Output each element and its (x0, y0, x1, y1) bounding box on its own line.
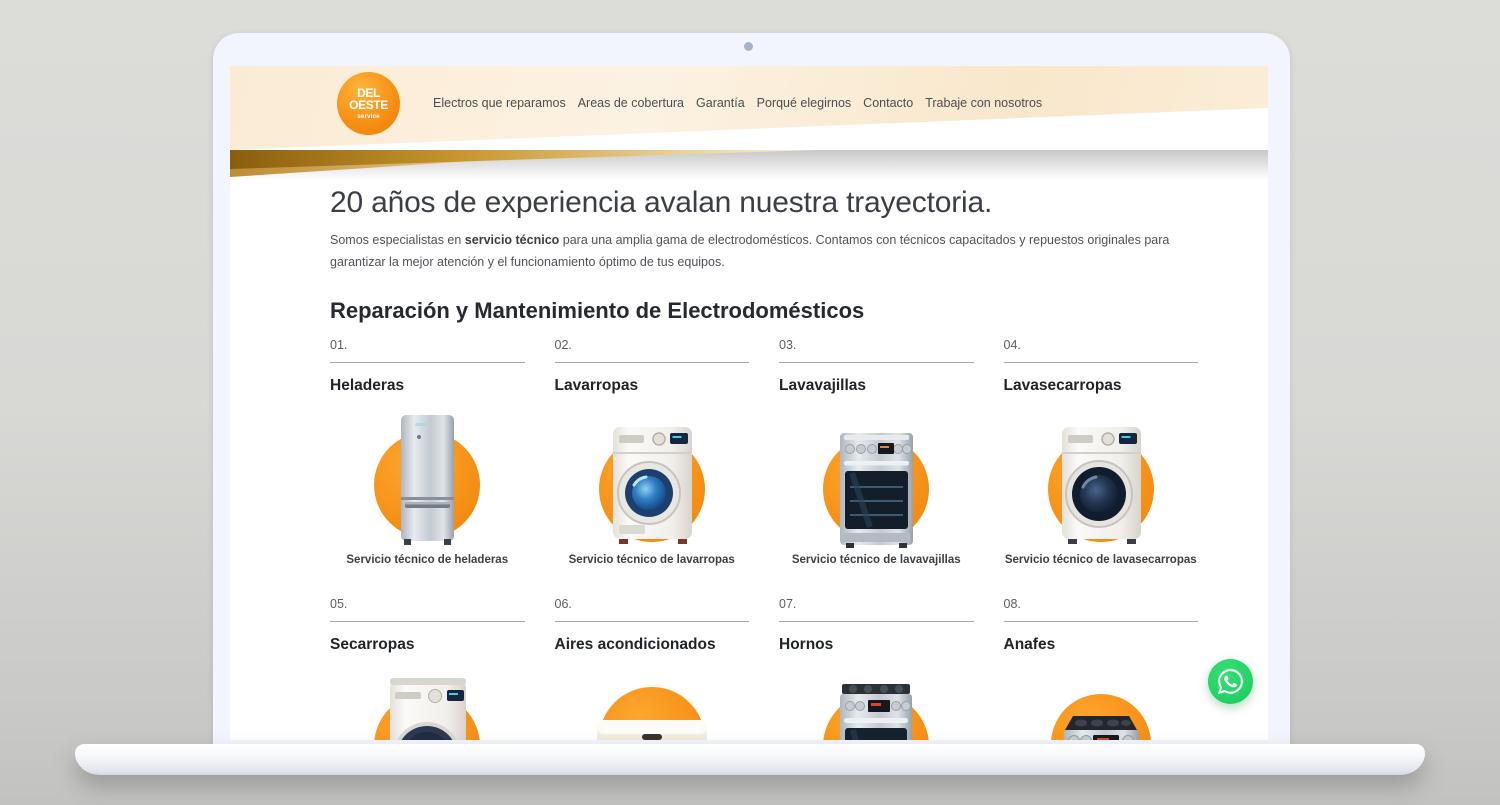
nav-item-garantia[interactable]: Garantía (696, 96, 745, 110)
cooktop-icon (1031, 668, 1171, 740)
services-grid: 01. Heladeras (330, 338, 1198, 740)
nav-item-trabaje[interactable]: Trabaje con nosotros (925, 96, 1042, 110)
nav-item-cobertura[interactable]: Areas de cobertura (578, 96, 684, 110)
washer-dryer-icon (1031, 409, 1171, 549)
intro-paragraph: Somos especialistas en servicio técnico … (330, 230, 1170, 274)
service-caption: Servicio técnico de heladeras (330, 553, 525, 583)
backdrop: DEL OESTE service Electros que reparamos… (0, 0, 1500, 805)
laptop-lid: DEL OESTE service Electros que reparamos… (213, 33, 1290, 745)
intro-bold-text: servicio técnico (465, 233, 560, 247)
service-number: 07. (779, 597, 974, 622)
dishwasher-icon (806, 409, 946, 549)
service-name: Aires acondicionados (555, 636, 750, 654)
service-card-aires: 06. Aires acondicionados (555, 597, 750, 740)
service-number: 02. (555, 338, 750, 363)
nav-item-elegirnos[interactable]: Porqué elegirnos (757, 96, 852, 110)
service-image (330, 668, 525, 740)
service-caption: Servicio técnico de lavavajillas (779, 553, 974, 583)
site-logo[interactable]: DEL OESTE service (337, 72, 400, 135)
service-number: 01. (330, 338, 525, 363)
whatsapp-button[interactable] (1208, 659, 1253, 704)
main-nav: Electros que reparamos Areas de cobertur… (433, 96, 1042, 110)
service-card-heladeras: 01. Heladeras (330, 338, 525, 583)
service-card-anafes: 08. Anafes (1004, 597, 1199, 740)
logo-text: DEL OESTE (337, 87, 400, 111)
service-card-lavarropas: 02. Lavarropas (555, 338, 750, 583)
service-card-secarropas: 05. Secarropas (330, 597, 525, 740)
laptop-screen: DEL OESTE service Electros que reparamos… (230, 66, 1268, 740)
service-card-lavasecarropas: 04. Lavasecarropas (1004, 338, 1199, 583)
services-title: Reparación y Mantenimiento de Electrodom… (330, 298, 1198, 324)
service-card-lavavajillas: 03. Lavavajillas (779, 338, 974, 583)
service-caption: Servicio técnico de lavarropas (555, 553, 750, 583)
main-content: 20 años de experiencia avalan nuestra tr… (330, 186, 1198, 740)
washing-machine-icon (582, 409, 722, 549)
camera-dot (744, 42, 753, 51)
service-number: 04. (1004, 338, 1199, 363)
service-image (1004, 668, 1199, 740)
service-image (555, 668, 750, 740)
service-image (555, 409, 750, 549)
service-name: Lavasecarropas (1004, 377, 1199, 395)
service-image (1004, 409, 1199, 549)
service-number: 03. (779, 338, 974, 363)
laptop-base (75, 744, 1425, 775)
oven-icon (806, 668, 946, 740)
nav-item-electros[interactable]: Electros que reparamos (433, 96, 566, 110)
service-number: 08. (1004, 597, 1199, 622)
service-caption: Servicio técnico de lavasecarropas (1004, 553, 1199, 583)
service-name: Heladeras (330, 377, 525, 395)
nav-item-contacto[interactable]: Contacto (863, 96, 913, 110)
service-image (330, 409, 525, 549)
service-name: Hornos (779, 636, 974, 654)
service-name: Secarropas (330, 636, 525, 654)
site-header: DEL OESTE service Electros que reparamos… (230, 66, 1268, 150)
service-image (779, 409, 974, 549)
air-conditioner-icon (582, 668, 722, 740)
logo-subtext: service (357, 113, 379, 120)
service-number: 06. (555, 597, 750, 622)
refrigerator-icon (357, 409, 497, 549)
service-number: 05. (330, 597, 525, 622)
service-name: Lavavajillas (779, 377, 974, 395)
page-title: 20 años de experiencia avalan nuestra tr… (330, 186, 1198, 220)
service-name: Anafes (1004, 636, 1199, 654)
dryer-icon (357, 668, 497, 740)
intro-text: Somos especialistas en (330, 233, 465, 247)
whatsapp-icon (1218, 669, 1243, 694)
service-image (779, 668, 974, 740)
service-card-hornos: 07. Hornos (779, 597, 974, 740)
service-name: Lavarropas (555, 377, 750, 395)
